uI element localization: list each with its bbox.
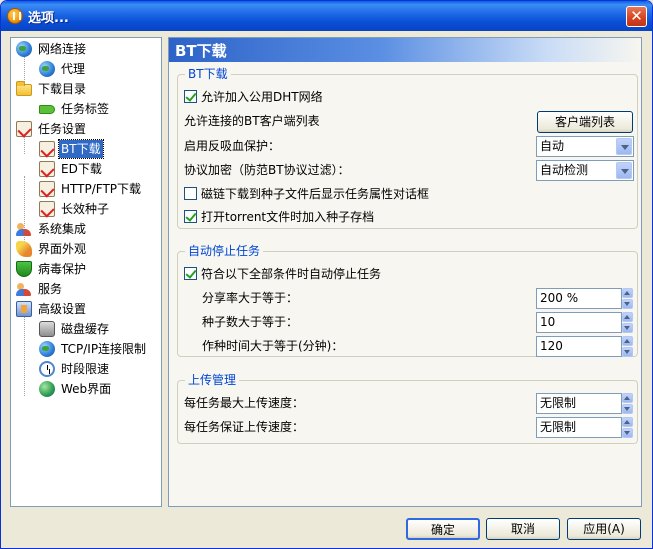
magnet-label: 磁链下载到种子文件后显示任务属性对话框 bbox=[201, 187, 430, 201]
panel-header: BT下载 bbox=[169, 38, 641, 62]
auto-stop-option[interactable]: 符合以下全部条件时自动停止任务 bbox=[184, 263, 381, 285]
encryption-select[interactable]: 自动检测 bbox=[536, 160, 634, 181]
ok-button[interactable]: 确定 bbox=[406, 518, 480, 540]
spin-up-icon[interactable] bbox=[622, 288, 633, 298]
users-icon bbox=[16, 221, 32, 237]
client-list-button[interactable]: 客户端列表 bbox=[537, 111, 633, 133]
seeds-spinner[interactable] bbox=[622, 312, 633, 333]
share-ratio-spinner[interactable] bbox=[622, 288, 633, 309]
share-ratio-label: 分享率大于等于： bbox=[202, 291, 299, 305]
clipboard-check-icon bbox=[39, 201, 55, 217]
encryption-label: 协议加密（防范BT协议过滤）： bbox=[184, 163, 350, 177]
encryption-row: 协议加密（防范BT协议过滤）： bbox=[184, 159, 350, 181]
clipboard-check-icon bbox=[39, 161, 55, 177]
clipboard-check-icon bbox=[16, 121, 32, 137]
tag-icon bbox=[39, 105, 55, 114]
auto-stop-group: 自动停止任务 符合以下全部条件时自动停止任务 分享率大于等于： 200 % 种子… bbox=[177, 244, 638, 357]
disk-icon bbox=[39, 321, 55, 337]
group-title: BT下载 bbox=[185, 67, 231, 82]
max-upload-spinner[interactable] bbox=[622, 393, 633, 414]
max-upload-value: 无限制 bbox=[540, 396, 577, 410]
spin-down-icon[interactable] bbox=[622, 347, 633, 357]
spin-up-icon[interactable] bbox=[622, 336, 633, 346]
seeds-row: 种子数大于等于： bbox=[202, 311, 298, 333]
close-button[interactable]: ✕ bbox=[626, 6, 647, 27]
cancel-button[interactable]: 取消 bbox=[486, 518, 560, 540]
chevron-down-icon[interactable] bbox=[616, 138, 632, 155]
window-title: 选项... bbox=[28, 11, 69, 26]
panel-title: BT下载 bbox=[175, 42, 227, 60]
spin-down-icon[interactable] bbox=[622, 428, 633, 438]
spin-up-icon[interactable] bbox=[622, 417, 633, 427]
seeds-value: 10 bbox=[540, 315, 556, 329]
guaranteed-upload-spinner[interactable] bbox=[622, 417, 633, 438]
clipboard-check-icon bbox=[39, 141, 55, 157]
seed-time-spinner[interactable] bbox=[622, 336, 633, 357]
spin-down-icon[interactable] bbox=[622, 299, 633, 309]
advanced-settings-icon bbox=[16, 301, 32, 317]
anti-leech-select[interactable]: 自动 bbox=[536, 136, 634, 157]
max-upload-row: 每任务最大上传速度： bbox=[184, 392, 304, 414]
options-dialog: 选项... ✕ 网络连接 代理 下载目录 任务标签 任务设置 BT下载 ED下载… bbox=[0, 0, 653, 549]
torrent-archive-label: 打开torrent文件时加入种子存档 bbox=[201, 210, 375, 224]
dht-option[interactable]: 允许加入公用DHT网络 bbox=[184, 86, 323, 108]
spin-up-icon[interactable] bbox=[622, 393, 633, 403]
tree-line bbox=[24, 136, 25, 154]
app-icon bbox=[7, 8, 23, 24]
network-globe-icon bbox=[39, 341, 55, 357]
share-ratio-value: 200 % bbox=[540, 291, 579, 305]
magnet-option[interactable]: 磁链下载到种子文件后显示任务属性对话框 bbox=[184, 183, 429, 205]
spin-down-icon[interactable] bbox=[622, 323, 633, 333]
spin-up-icon[interactable] bbox=[622, 312, 633, 322]
folder-icon bbox=[16, 81, 32, 96]
seed-time-row: 作种时间大于等于(分钟)： bbox=[202, 335, 343, 357]
torrent-archive-option[interactable]: 打开torrent文件时加入种子存档 bbox=[184, 206, 374, 228]
shield-icon bbox=[16, 261, 32, 277]
max-upload-input[interactable]: 无限制 bbox=[536, 393, 633, 414]
anti-leech-row: 启用反吸血保护： bbox=[184, 135, 280, 157]
auto-stop-checkbox[interactable] bbox=[184, 267, 197, 280]
torrent-archive-checkbox[interactable] bbox=[184, 210, 197, 223]
client-list-label: 允许连接的BT客户端列表 bbox=[184, 114, 320, 128]
group-title: 自动停止任务 bbox=[185, 244, 264, 259]
spin-down-icon[interactable] bbox=[622, 404, 633, 414]
apply-button[interactable]: 应用(A) bbox=[567, 518, 641, 540]
clock-icon bbox=[39, 361, 55, 377]
clipboard-check-icon bbox=[39, 181, 55, 197]
dht-label: 允许加入公用DHT网络 bbox=[201, 90, 323, 104]
settings-panel: BT下载 BT下载 允许加入公用DHT网络 允许连接的BT客户端列表 客户端列表… bbox=[168, 37, 642, 507]
network-globe-icon bbox=[16, 41, 32, 57]
seed-time-label: 作种时间大于等于(分钟)： bbox=[202, 339, 344, 353]
guaranteed-upload-input[interactable]: 无限制 bbox=[536, 417, 633, 438]
dht-checkbox[interactable] bbox=[184, 90, 197, 103]
paint-icon bbox=[16, 241, 32, 257]
share-ratio-input[interactable]: 200 % bbox=[536, 288, 633, 309]
guaranteed-upload-value: 无限制 bbox=[540, 420, 577, 434]
seed-time-input[interactable]: 120 bbox=[536, 336, 633, 357]
tree-line bbox=[24, 316, 25, 396]
proxy-icon bbox=[39, 61, 55, 77]
share-ratio-row: 分享率大于等于： bbox=[202, 287, 298, 309]
anti-leech-label: 启用反吸血保护： bbox=[184, 139, 281, 153]
seeds-label: 种子数大于等于： bbox=[202, 315, 299, 329]
web-globe-icon bbox=[39, 381, 55, 397]
settings-tree: 网络连接 代理 下载目录 任务标签 任务设置 BT下载 ED下载 HTTP/FT… bbox=[10, 37, 162, 507]
title-bar[interactable]: 选项... ✕ bbox=[1, 1, 652, 31]
client-list-row: 允许连接的BT客户端列表 bbox=[184, 110, 320, 132]
guaranteed-upload-label: 每任务保证上传速度： bbox=[184, 420, 305, 434]
group-title: 上传管理 bbox=[185, 373, 240, 388]
encryption-value: 自动检测 bbox=[540, 163, 589, 177]
guaranteed-upload-row: 每任务保证上传速度： bbox=[184, 416, 304, 438]
anti-leech-value: 自动 bbox=[540, 139, 565, 153]
services-icon bbox=[16, 281, 32, 297]
upload-management-group: 上传管理 每任务最大上传速度： 无限制 每任务保证上传速度： 无限制 bbox=[177, 373, 638, 444]
seeds-input[interactable]: 10 bbox=[536, 312, 633, 333]
magnet-checkbox[interactable] bbox=[184, 187, 197, 200]
seed-time-value: 120 bbox=[540, 339, 563, 353]
chevron-down-icon[interactable] bbox=[616, 162, 632, 179]
bt-download-group: BT下载 允许加入公用DHT网络 允许连接的BT客户端列表 客户端列表 启用反吸… bbox=[177, 67, 638, 229]
auto-stop-label: 符合以下全部条件时自动停止任务 bbox=[201, 267, 382, 281]
max-upload-label: 每任务最大上传速度： bbox=[184, 396, 305, 410]
